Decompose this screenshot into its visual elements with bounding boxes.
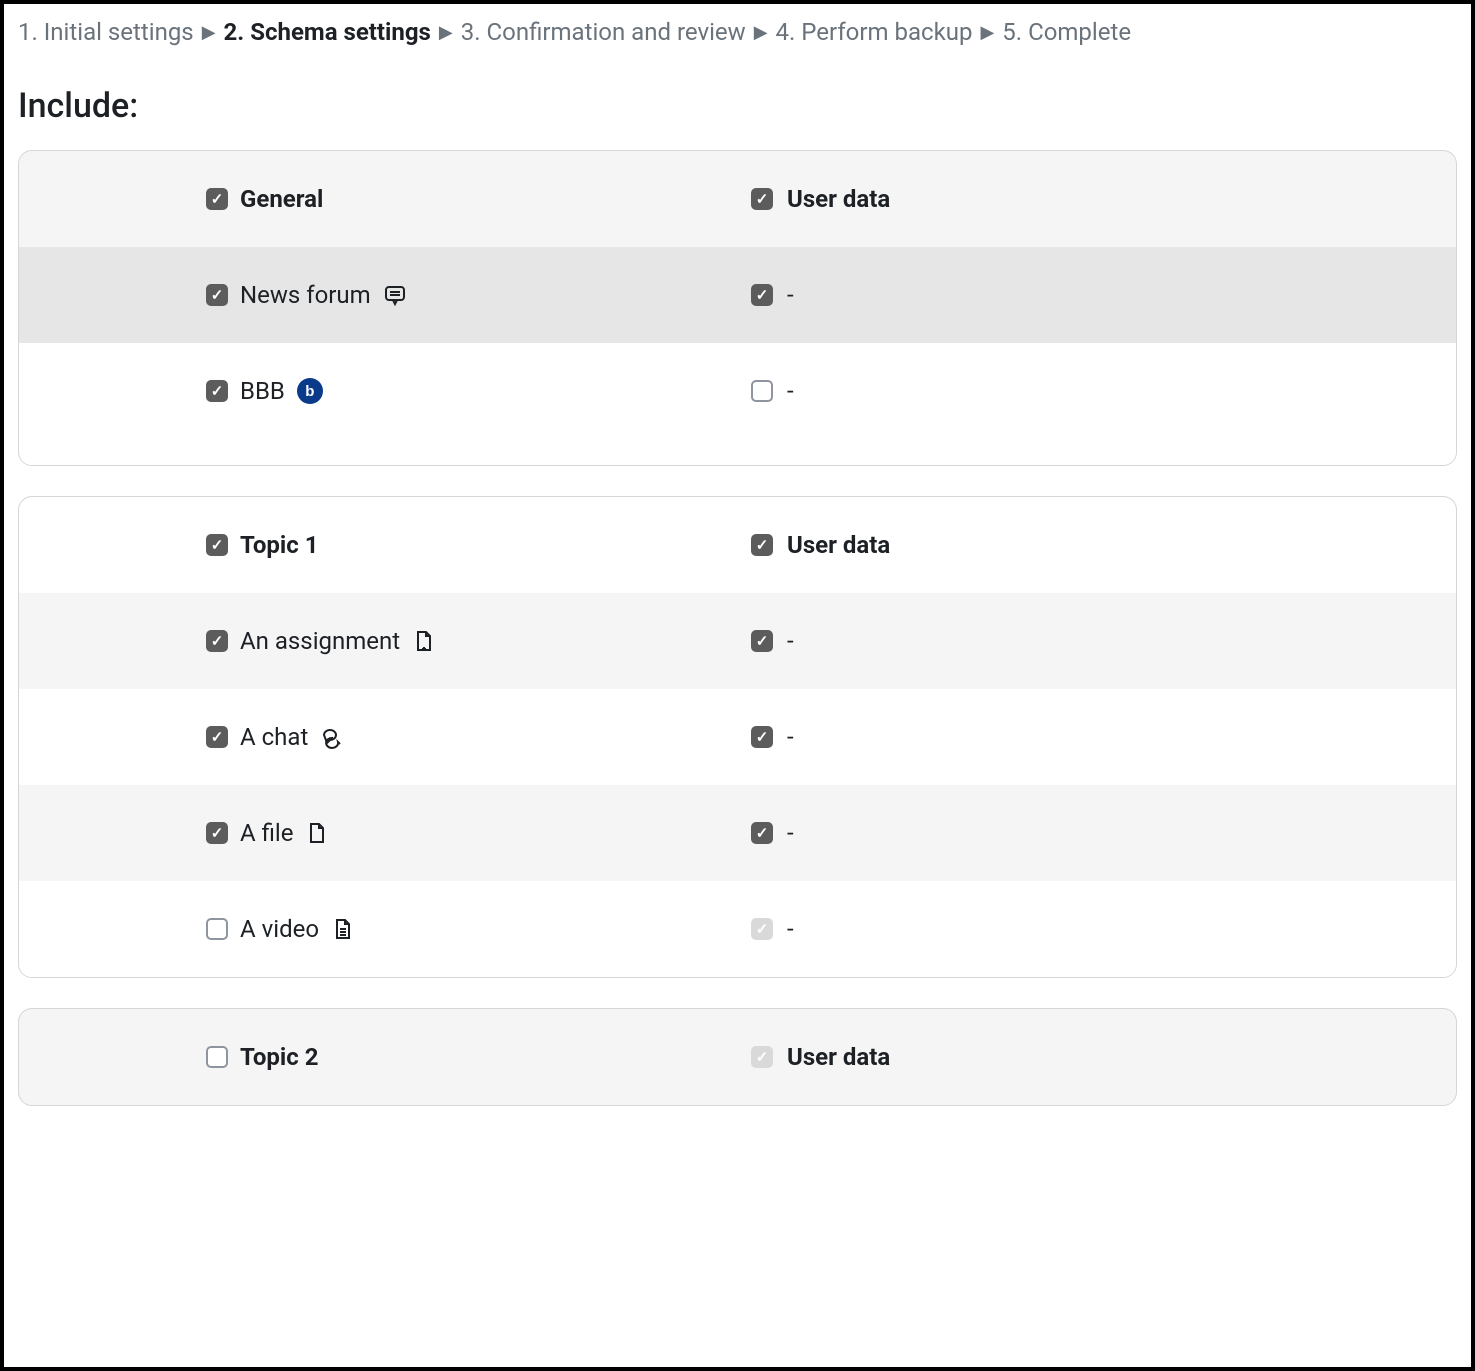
item-row-assignment: An assignment - [19, 593, 1456, 689]
file-icon [305, 821, 329, 845]
breadcrumb-step-5[interactable]: 5. Complete [1002, 18, 1131, 46]
item-row-video: A video - [19, 881, 1456, 977]
checkbox-general[interactable] [206, 188, 228, 210]
checkbox-newsforum-userdata[interactable] [751, 284, 773, 306]
bigbluebutton-icon: b [297, 378, 323, 404]
checkbox-video-userdata [751, 918, 773, 940]
checkbox-general-userdata[interactable] [751, 188, 773, 210]
section-general: General User data News forum - [18, 150, 1457, 466]
item-label-bbb: BBB [240, 377, 285, 405]
section-topic1: Topic 1 User data An assignment - [18, 496, 1457, 978]
item-userdata-chat: - [787, 723, 794, 751]
userdata-label: User data [787, 185, 890, 213]
section-topic2: Topic 2 User data [18, 1008, 1457, 1106]
item-label-chat: A chat [240, 723, 308, 751]
checkbox-file[interactable] [206, 822, 228, 844]
checkbox-topic2[interactable] [206, 1046, 228, 1068]
userdata-label: User data [787, 1043, 890, 1071]
section-title-general: General [240, 185, 323, 213]
section-header-topic2: Topic 2 User data [19, 1009, 1456, 1105]
section-title-topic2: Topic 2 [240, 1043, 318, 1071]
chevron-right-icon: ▶ [202, 22, 216, 43]
checkbox-topic1[interactable] [206, 534, 228, 556]
checkbox-topic2-userdata [751, 1046, 773, 1068]
item-userdata-bbb: - [787, 377, 794, 405]
assignment-icon [412, 629, 436, 653]
section-header-general: General User data [19, 151, 1456, 247]
checkbox-bbb-userdata[interactable] [751, 380, 773, 402]
item-row-file: A file - [19, 785, 1456, 881]
checkbox-bbb[interactable] [206, 380, 228, 402]
include-heading: Include: [18, 86, 1461, 126]
item-userdata-video: - [787, 915, 794, 943]
forum-icon [383, 283, 407, 307]
item-label-file: A file [240, 819, 293, 847]
chevron-right-icon: ▶ [439, 22, 453, 43]
checkbox-topic1-userdata[interactable] [751, 534, 773, 556]
checkbox-chat-userdata[interactable] [751, 726, 773, 748]
wizard-breadcrumb: 1. Initial settings ▶ 2. Schema settings… [14, 16, 1461, 56]
item-label-newsforum: News forum [240, 281, 371, 309]
breadcrumb-step-3[interactable]: 3. Confirmation and review [461, 18, 746, 46]
checkbox-newsforum[interactable] [206, 284, 228, 306]
item-userdata-file: - [787, 819, 794, 847]
breadcrumb-step-1[interactable]: 1. Initial settings [18, 18, 194, 46]
chevron-right-icon: ▶ [754, 22, 768, 43]
checkbox-file-userdata[interactable] [751, 822, 773, 844]
checkbox-assignment-userdata[interactable] [751, 630, 773, 652]
breadcrumb-step-4[interactable]: 4. Perform backup [776, 18, 973, 46]
checkbox-video[interactable] [206, 918, 228, 940]
chevron-right-icon: ▶ [980, 22, 994, 43]
section-title-topic1: Topic 1 [240, 531, 318, 559]
chat-icon [320, 725, 344, 749]
item-row-bbb: BBB b - [19, 343, 1456, 465]
section-header-topic1: Topic 1 User data [19, 497, 1456, 593]
userdata-label: User data [787, 531, 890, 559]
item-userdata-newsforum: - [787, 281, 794, 309]
checkbox-assignment[interactable] [206, 630, 228, 652]
item-row-chat: A chat - [19, 689, 1456, 785]
breadcrumb-step-2[interactable]: 2. Schema settings [224, 18, 431, 46]
item-row-newsforum: News forum - [19, 247, 1456, 343]
item-userdata-assignment: - [787, 627, 794, 655]
checkbox-chat[interactable] [206, 726, 228, 748]
page-icon [331, 917, 355, 941]
item-label-assignment: An assignment [240, 627, 400, 655]
item-label-video: A video [240, 915, 319, 943]
